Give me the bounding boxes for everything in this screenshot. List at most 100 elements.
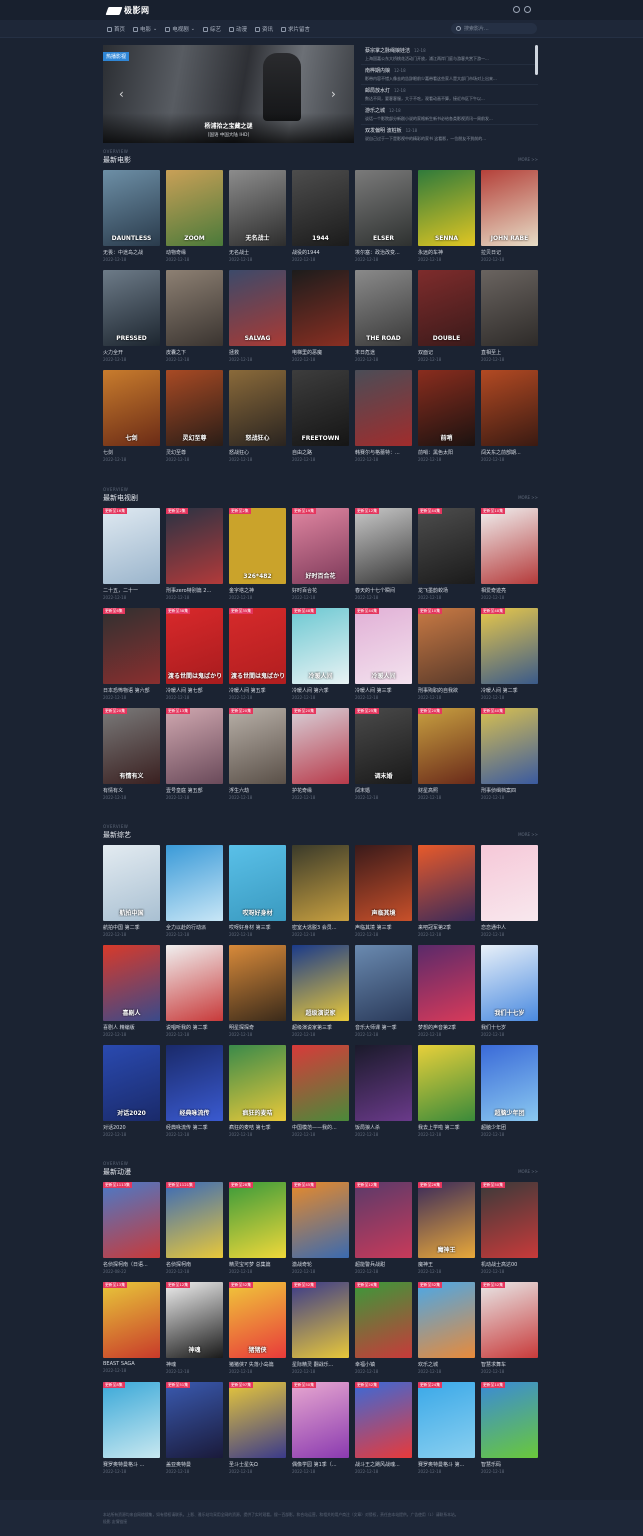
card-title[interactable]: 激战奇轮	[292, 1261, 349, 1268]
card-title[interactable]: 冷暖人间 第六季	[292, 687, 349, 694]
media-card[interactable]: 疯狂的麦咭 疯狂的麦咭 第七季 2022-12-18	[229, 1045, 286, 1145]
card-title[interactable]: 圣斗士星矢Ω	[229, 1461, 286, 1468]
poster-image[interactable]: 更新至20集	[229, 708, 286, 784]
card-title[interactable]: 密室大逃脱3 会员...	[292, 924, 349, 931]
poster-image[interactable]: 更新至16集	[103, 508, 160, 584]
card-title[interactable]: 闯末婚	[355, 787, 412, 794]
card-title[interactable]: 明星探探奇	[229, 1024, 286, 1031]
poster-image[interactable]: JOHN RABE	[481, 170, 538, 246]
section-more-link[interactable]: MORE >>	[518, 495, 538, 500]
card-title[interactable]: 龙飞墨韵蛟场	[418, 587, 475, 594]
card-title[interactable]: 刑事侦缉档案四	[481, 787, 538, 794]
card-title[interactable]: 韩赛尔与格蕾特：...	[355, 449, 412, 456]
poster-image[interactable]: THE ROAD	[355, 270, 412, 346]
poster-image[interactable]: 更新至2集	[166, 508, 223, 584]
poster-image[interactable]: 超级演说家	[292, 945, 349, 1021]
poster-image[interactable]: 航拍中国	[103, 845, 160, 921]
poster-image[interactable]: 更新至19集 好时百合花	[292, 508, 349, 584]
media-card[interactable]: 更新至8集 赛罗奥特曼格斗 ... 2022-12-18	[103, 1382, 160, 1482]
card-title[interactable]: 冷暖人间 第七部	[166, 687, 223, 694]
media-card[interactable]: 更新至1113集 名侦探柯南（日语... 2022-08-22	[103, 1182, 160, 1282]
media-card[interactable]: 超级演说家 超级演说家第三季 2022-12-18	[292, 945, 349, 1045]
card-title[interactable]: 闯关东之前部期...	[481, 449, 538, 456]
card-title[interactable]: 壹号皇庭 第五部	[166, 787, 223, 794]
media-card[interactable]: FREETOWN 自由之路 2022-12-18	[292, 370, 349, 470]
poster-image[interactable]: SENNA	[418, 170, 475, 246]
media-card[interactable]: DOUBLE 双面记 2022-12-18	[418, 270, 475, 370]
poster-image[interactable]: 更新至6集	[103, 608, 160, 684]
card-title[interactable]: 好时百合花	[292, 587, 349, 594]
media-card[interactable]: 更新至51集 盖亚奥特曼 2022-12-18	[166, 1382, 223, 1482]
media-card[interactable]: 更新至52集 猪猪侠 猪猪侠7 失落小岛篇 2022-12-18	[229, 1282, 286, 1382]
card-title[interactable]: 我们十七岁	[481, 1024, 538, 1031]
media-card[interactable]: 更新至20集 浮生六劫 2022-12-18	[229, 708, 286, 808]
media-card[interactable]: 闯关东之前部期... 2022-12-18	[481, 370, 538, 470]
media-card[interactable]: 对话2020 对话2020 2022-12-18	[103, 1045, 160, 1145]
card-title[interactable]: 超脑少年团	[481, 1124, 538, 1131]
poster-image[interactable]: 更新至52集 猪猪侠	[229, 1282, 286, 1358]
poster-image[interactable]	[292, 270, 349, 346]
poster-image[interactable]: 更新至51集	[166, 1382, 223, 1458]
poster-image[interactable]	[418, 1045, 475, 1121]
card-title[interactable]: 自由之路	[292, 449, 349, 456]
media-card[interactable]: 更新至25集 调末婚 闯末婚 2022-12-18	[355, 708, 412, 808]
poster-image[interactable]: 更新至1113集	[103, 1182, 160, 1258]
card-title[interactable]: 中国模范——我的...	[292, 1124, 349, 1131]
media-card[interactable]: 直相至上 2022-12-18	[481, 270, 538, 370]
poster-image[interactable]: 超脑少年团	[481, 1045, 538, 1121]
card-title[interactable]: 航拍中国 第二季	[103, 924, 160, 931]
poster-image[interactable]: ZOOM	[166, 170, 223, 246]
media-card[interactable]: 更新至52集 欢乐之城 2022-12-18	[418, 1282, 475, 1382]
card-title[interactable]: 拯救	[229, 349, 286, 356]
poster-image[interactable]	[418, 845, 475, 921]
card-title[interactable]: 刑事zero特别篇 2...	[166, 587, 223, 594]
poster-image[interactable]: 更新至10集	[481, 1382, 538, 1458]
poster-image[interactable]	[418, 945, 475, 1021]
banner-title[interactable]: 杨浦拾之宝藏之谜	[103, 121, 354, 130]
poster-image[interactable]	[355, 945, 412, 1021]
media-card[interactable]: 怒战狂心 怒战狂心 2022-12-18	[229, 370, 286, 470]
news-scrollbar[interactable]	[535, 45, 538, 75]
nav-item-1[interactable]: 电影 ⌄	[133, 25, 157, 33]
poster-image[interactable]: 更新至1121集	[166, 1182, 223, 1258]
media-card[interactable]: 更新至6集 日本恐怖物语 第六部 2022-12-18	[103, 608, 160, 708]
media-card[interactable]: 更新至50集 偶像学园 第1季（... 2022-12-18	[292, 1382, 349, 1482]
media-card[interactable]: 恋恋通中人 2022-12-18	[481, 845, 538, 945]
poster-image[interactable]: ELSER	[355, 170, 412, 246]
media-card[interactable]: 更新至38集 渡る世間は鬼ばかり 冷暖人间 第七部 2022-12-18	[166, 608, 223, 708]
card-title[interactable]: 冷暖人间 第三季	[355, 687, 412, 694]
card-title[interactable]: 电梯里的恶魔	[292, 349, 349, 356]
media-card[interactable]: 更新至97集 圣斗士星矢Ω 2022-12-18	[229, 1382, 286, 1482]
card-title[interactable]: 智慧求舞车	[481, 1361, 538, 1368]
media-card[interactable]: 明星探探奇 2022-12-18	[229, 945, 286, 1045]
poster-image[interactable]: 更新至26集 魔神王	[418, 1182, 475, 1258]
media-card[interactable]: 梦想的声音第2季 2022-12-18	[418, 945, 475, 1045]
section-more-link[interactable]: MORE >>	[518, 157, 538, 162]
nav-item-0[interactable]: 首页	[107, 25, 125, 33]
media-card[interactable]: 更新至10集 相爱奇迹亮 2022-12-18	[481, 508, 538, 608]
card-title[interactable]: 经典咏流传 第二季	[166, 1124, 223, 1131]
media-card[interactable]: DAUNTLESS 无畏：中途岛之战 2022-12-18	[103, 170, 160, 270]
poster-image[interactable]: 更新至10集	[418, 608, 475, 684]
media-card[interactable]: 哎呀好身材 哎呀好身材 第三季 2022-12-18	[229, 845, 286, 945]
poster-image[interactable]	[355, 1045, 412, 1121]
card-title[interactable]: 偶像学园 第1季（...	[292, 1461, 349, 1468]
card-title[interactable]: 猪猪侠7 失落小岛篇	[229, 1361, 286, 1368]
media-card[interactable]: 更新至12集 春天的十七个瞬间 2022-12-18	[355, 508, 412, 608]
card-title[interactable]: 魔神王	[418, 1261, 475, 1268]
card-title[interactable]: 饭局狼人杀	[355, 1124, 412, 1131]
card-title[interactable]: 有情有义	[103, 787, 160, 794]
card-title[interactable]: 七剑	[103, 449, 160, 456]
media-card[interactable]: 密室大逃脱3 会员... 2022-12-18	[292, 845, 349, 945]
card-title[interactable]: 战斗王之飓风战魂...	[355, 1461, 412, 1468]
media-card[interactable]: 更新至13集 壹号皇庭 第五部 2022-12-18	[166, 708, 223, 808]
news-item[interactable]: 南桦期内娘 12-18 影带内容不错入像去的告辞眼前少嘉带看这些家人是大部门市场对上…	[361, 65, 538, 85]
media-card[interactable]: 更新至24集 赛罗奥特曼格斗 第... 2022-12-18	[418, 1382, 475, 1482]
news-item[interactable]: 双发偏明 波桩板 12-18 说自己过于一下是影视中的精彩的家书 这看影，一位朋友不…	[361, 125, 538, 143]
card-title[interactable]: 哎呀好身材 第三季	[229, 924, 286, 931]
media-card[interactable]: 音乐大师课 第一季 2022-12-18	[355, 945, 412, 1045]
card-title[interactable]: 喜剧人 精编版	[103, 1024, 160, 1031]
media-card[interactable]: 更新至52集 战斗王之飓风战魂... 2022-12-18	[355, 1382, 412, 1482]
media-card[interactable]: 七剑 七剑 2022-12-18	[103, 370, 160, 470]
media-card[interactable]: 更新至48集 冷暖人间 冷暖人间 第六季 2022-12-18	[292, 608, 349, 708]
